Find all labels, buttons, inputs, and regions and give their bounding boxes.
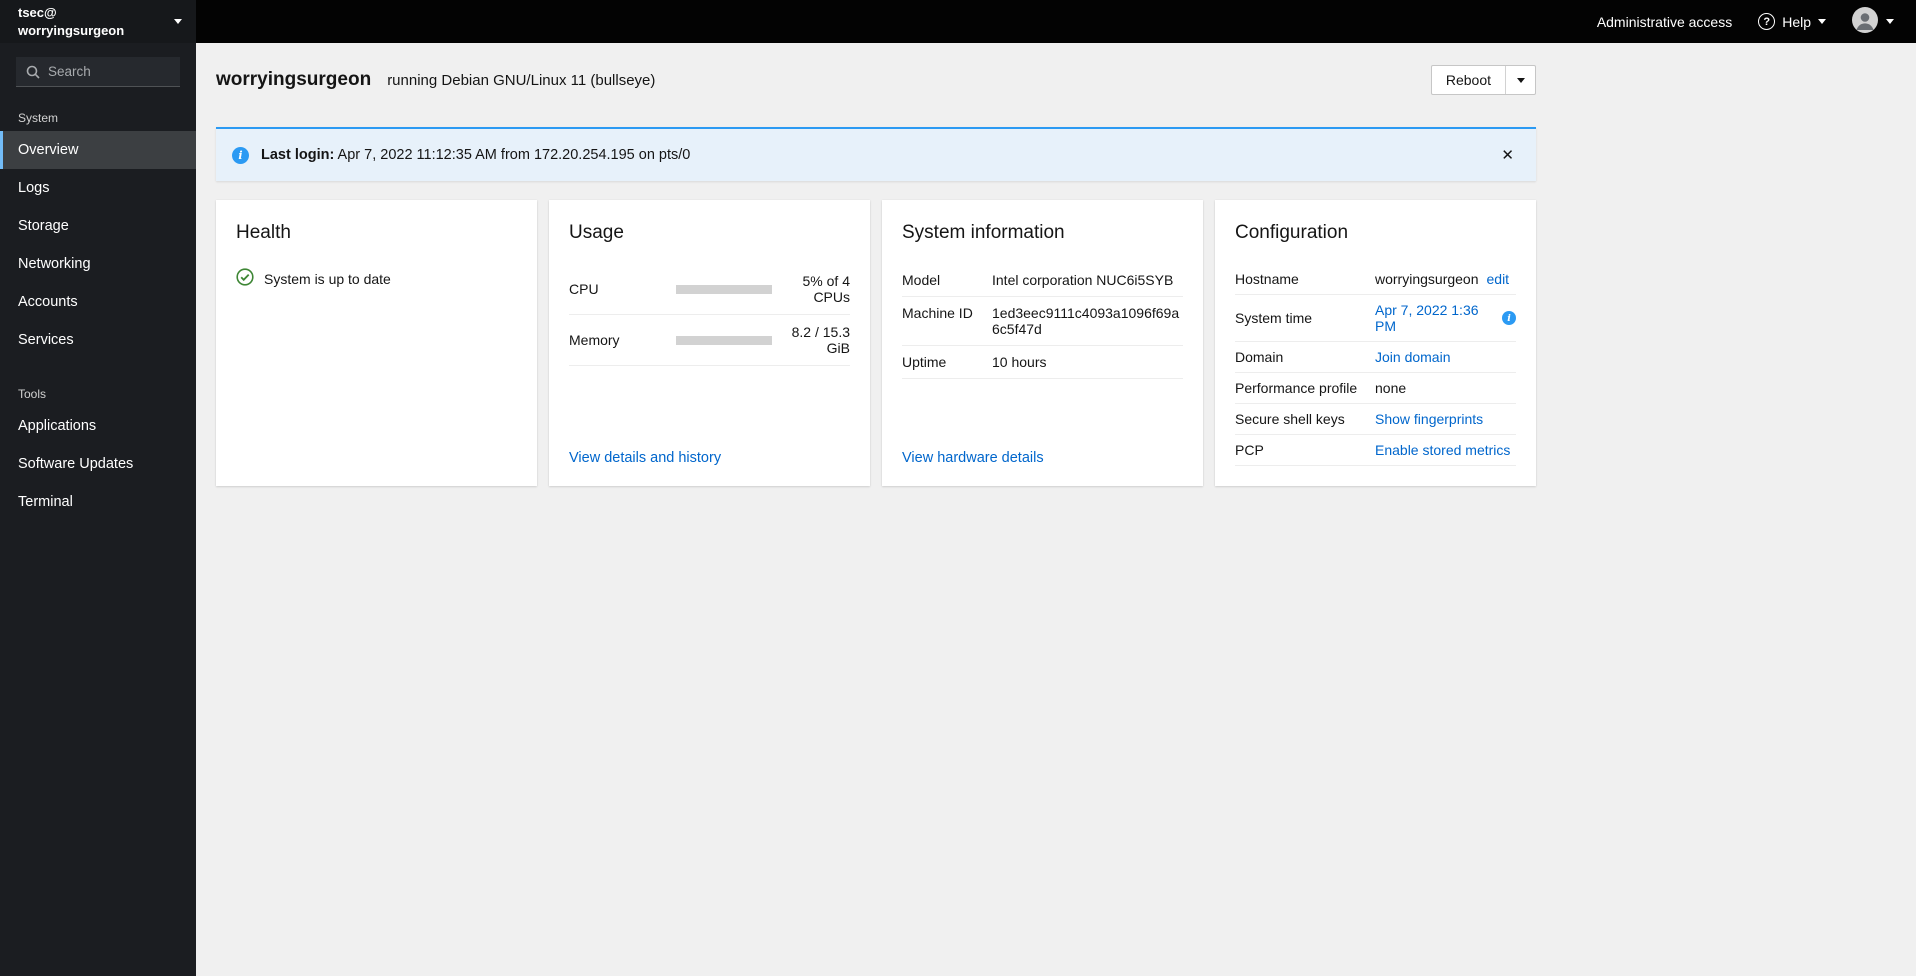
host-switcher-user: tsec@ (18, 4, 57, 20)
model-row: Model Intel corporation NUC6i5SYB (902, 264, 1183, 297)
performance-profile-value: none (1375, 380, 1407, 396)
system-time-label: System time (1235, 310, 1313, 326)
health-card: Health System is up to date (216, 200, 537, 486)
info-icon[interactable]: i (1502, 311, 1516, 325)
avatar (1852, 7, 1878, 36)
page-header: worryingsurgeon running Debian GNU/Linux… (216, 65, 1536, 95)
last-login-alert: i Last login: Apr 7, 2022 11:12:35 AM fr… (216, 127, 1536, 181)
enable-stored-metrics-link[interactable]: Enable stored metrics (1375, 442, 1510, 458)
reboot-button[interactable]: Reboot (1432, 66, 1505, 94)
sidebar-search (16, 57, 180, 87)
host-switcher-labels: tsec@ worryingsurgeon (18, 4, 174, 39)
system-time-row: System time Apr 7, 2022 1:36 PM i (1235, 295, 1516, 342)
info-icon: i (232, 146, 249, 164)
system-information-card-title: System information (902, 222, 1065, 243)
sidebar-item-accounts[interactable]: Accounts (0, 283, 196, 321)
configuration-card: Configuration Hostname worryingsurgeon e… (1215, 200, 1536, 486)
pcp-row: PCP Enable stored metrics (1235, 435, 1516, 466)
machine-id-row: Machine ID 1ed3eec9111c4093a1096f69a6c5f… (902, 297, 1183, 346)
memory-progress-bar (676, 335, 772, 345)
sidebar-item-terminal[interactable]: Terminal (0, 483, 196, 521)
domain-row: Domain Join domain (1235, 342, 1516, 373)
host-switcher[interactable]: tsec@ worryingsurgeon (0, 0, 196, 43)
memory-label: Memory (569, 332, 620, 348)
uptime-value: 10 hours (992, 354, 1047, 370)
chevron-down-icon (1818, 19, 1826, 24)
cpu-progress-bar (676, 284, 772, 294)
usage-card-title: Usage (569, 222, 624, 243)
configuration-card-title: Configuration (1235, 222, 1349, 243)
domain-label: Domain (1235, 349, 1284, 365)
memory-usage-value: 8.2 / 15.3 GiB (791, 324, 850, 356)
usage-card: Usage CPU 5% of 4 CPUs Memory 8.2 / 15.3… (549, 200, 870, 486)
edit-hostname-link[interactable]: edit (1487, 271, 1510, 287)
system-time-link[interactable]: Apr 7, 2022 1:36 PM (1375, 302, 1494, 334)
machine-id-label: Machine ID (902, 305, 973, 321)
sidebar-item-storage[interactable]: Storage (0, 207, 196, 245)
close-icon[interactable]: ✕ (1495, 144, 1520, 166)
chevron-down-icon (174, 19, 182, 24)
health-status-row: System is up to date (236, 268, 517, 289)
hostname-row: Hostname worryingsurgeon edit (1235, 264, 1516, 295)
model-label: Model (902, 272, 941, 288)
reboot-split-button: Reboot (1430, 65, 1536, 95)
page-content: worryingsurgeon running Debian GNU/Linux… (196, 43, 1556, 486)
sidebar-nav: System Overview Logs Storage Networking … (0, 97, 196, 521)
uptime-row: Uptime 10 hours (902, 346, 1183, 379)
top-bar: Administrative access ? Help (196, 0, 1916, 43)
memory-usage-row: Memory 8.2 / 15.3 GiB (569, 315, 850, 366)
reboot-dropdown-toggle[interactable] (1505, 66, 1535, 94)
health-card-title: Health (236, 222, 291, 243)
join-domain-link[interactable]: Join domain (1375, 349, 1451, 365)
view-hardware-details-link[interactable]: View hardware details (902, 450, 1183, 466)
last-login-label: Last login: (261, 147, 335, 163)
cpu-usage-value: 5% of 4 CPUs (802, 273, 850, 305)
search-input[interactable] (16, 57, 180, 87)
hostname-label: Hostname (1235, 271, 1299, 287)
user-menu[interactable] (1852, 7, 1894, 36)
overview-cards: Health System is up to date Usage CPU 5%… (216, 200, 1536, 486)
help-menu[interactable]: ? Help (1758, 13, 1826, 30)
hostname-value: worryingsurgeon (1375, 271, 1479, 287)
page-title: worryingsurgeon (216, 69, 372, 90)
model-value: Intel corporation NUC6i5SYB (992, 272, 1174, 288)
secure-shell-keys-label: Secure shell keys (1235, 411, 1345, 427)
sidebar-item-services[interactable]: Services (0, 321, 196, 359)
chevron-down-icon (1886, 19, 1894, 24)
system-information-card: System information Model Intel corporati… (882, 200, 1203, 486)
main-area: Administrative access ? Help worryingsur… (196, 0, 1916, 976)
last-login-details: Apr 7, 2022 11:12:35 AM from 172.20.254.… (334, 147, 691, 163)
sidebar-item-software-updates[interactable]: Software Updates (0, 445, 196, 483)
check-circle-icon (236, 268, 254, 289)
chevron-down-icon (1516, 77, 1525, 83)
help-label: Help (1782, 13, 1811, 30)
cpu-label: CPU (569, 281, 599, 297)
show-fingerprints-link[interactable]: Show fingerprints (1375, 411, 1483, 427)
uptime-label: Uptime (902, 354, 947, 370)
nav-section-system: System (18, 111, 59, 125)
search-icon (26, 65, 40, 82)
secure-shell-keys-row: Secure shell keys Show fingerprints (1235, 404, 1516, 435)
question-icon: ? (1758, 13, 1776, 30)
host-switcher-host: worryingsurgeon (18, 22, 125, 38)
view-details-history-link[interactable]: View details and history (569, 450, 850, 466)
performance-profile-label: Performance profile (1235, 380, 1358, 396)
sidebar-item-applications[interactable]: Applications (0, 407, 196, 445)
os-release-text: running Debian GNU/Linux 11 (bullseye) (387, 72, 656, 89)
sidebar-item-overview[interactable]: Overview (0, 131, 196, 169)
app-window: tsec@ worryingsurgeon System Overview Lo… (0, 0, 1916, 976)
page-titles: worryingsurgeon running Debian GNU/Linux… (216, 69, 1431, 91)
sidebar: tsec@ worryingsurgeon System Overview Lo… (0, 0, 196, 976)
administrative-access-button[interactable]: Administrative access (1597, 14, 1732, 30)
nav-section-tools: Tools (18, 387, 47, 401)
cpu-usage-row: CPU 5% of 4 CPUs (569, 264, 850, 315)
pcp-label: PCP (1235, 442, 1264, 458)
health-status-text: System is up to date (264, 270, 391, 287)
sidebar-item-networking[interactable]: Networking (0, 245, 196, 283)
performance-profile-row: Performance profile none (1235, 373, 1516, 404)
machine-id-value: 1ed3eec9111c4093a1096f69a6c5f47d (992, 305, 1180, 337)
sidebar-item-logs[interactable]: Logs (0, 169, 196, 207)
last-login-text: Last login: Apr 7, 2022 11:12:35 AM from… (261, 147, 690, 163)
